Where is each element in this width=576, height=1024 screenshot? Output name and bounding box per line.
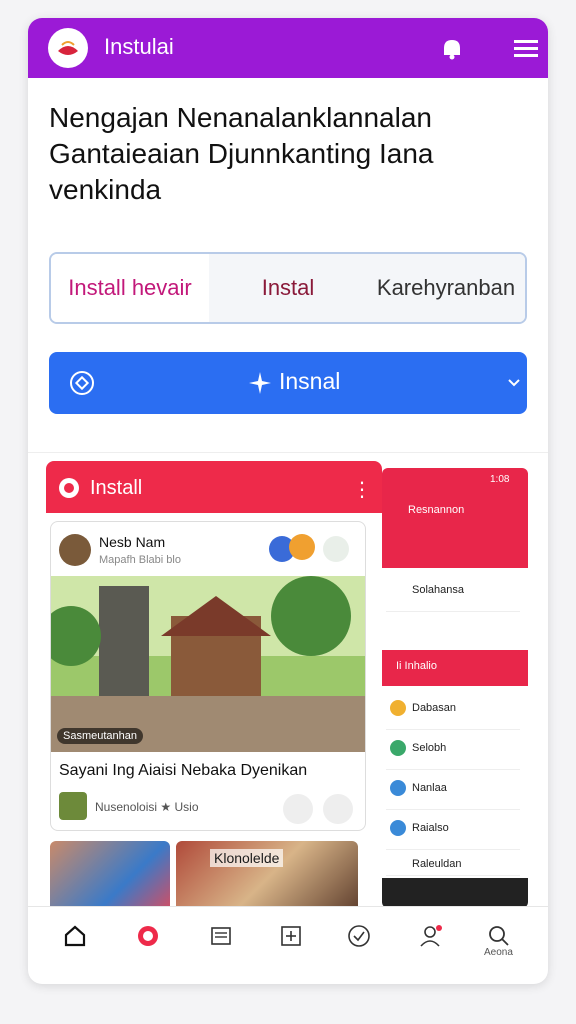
list-item[interactable]: Solahansa: [386, 576, 520, 612]
list-item[interactable]: Raleuldan: [386, 854, 520, 876]
page-headline: Nengajan Nenanalanklannalan Gantaieaian …: [49, 102, 434, 205]
list-item[interactable]: Dabasan: [386, 694, 520, 730]
chat-icon[interactable]: [283, 794, 313, 824]
badge-icon: [70, 371, 94, 395]
hamburger-menu-icon[interactable]: [512, 34, 540, 62]
list-icon[interactable]: [208, 923, 234, 949]
top-app-bar: Instulai: [28, 18, 548, 78]
list-item[interactable]: Nanlaa: [386, 774, 520, 810]
avatar: [59, 534, 91, 566]
person-icon[interactable]: [417, 923, 443, 949]
more-icon[interactable]: ⋮: [352, 477, 372, 502]
left-phone-title: Install: [90, 477, 143, 499]
mini-thumbnail: [59, 792, 87, 820]
nav-search-label: Aeona: [484, 947, 513, 958]
post-subtitle: Mapafh Blabi blo: [99, 554, 181, 566]
bell-user-icon[interactable]: [438, 34, 466, 62]
add-icon[interactable]: [278, 923, 304, 949]
right-phone-title: Resnannon: [408, 504, 465, 516]
right-phone-bar: Resnannon: [382, 498, 528, 568]
app-title: Instulai: [104, 34, 174, 59]
install-button-label: Insnal: [279, 368, 341, 394]
status-time: 1:08: [490, 474, 510, 485]
left-phone-preview: Install ⋮ Nesb Nam Mapafh Blabi blo Sasm…: [46, 461, 382, 981]
install-tabs: Install hevair Instal Karehyranban: [49, 252, 527, 324]
share-icon[interactable]: [323, 794, 353, 824]
post-card[interactable]: Nesb Nam Mapafh Blabi blo Sasmeutanhan S…: [50, 521, 366, 831]
list-item[interactable]: Raialso: [386, 814, 520, 850]
item-icon: [390, 740, 406, 756]
divider: [28, 452, 548, 453]
bottom-nav: Aeona: [28, 906, 548, 966]
post-author: Nesb Nam: [99, 534, 166, 550]
post-meta: Nusenoloisi ★ Usio: [95, 800, 199, 814]
thumbnail-label: Klonolelde: [210, 849, 284, 867]
bottom-bar: [382, 878, 528, 908]
image-caption: Sasmeutanhan: [57, 728, 143, 744]
sparkle-icon: [249, 372, 271, 394]
badge-icon: [289, 534, 315, 560]
item-icon: [390, 820, 406, 836]
badge-icon: [323, 536, 349, 562]
post-title: Sayani Ing Aiaisi Nebaka Dyenikan: [59, 762, 308, 779]
app-card: Instulai Nengajan Nenanalanklannalan Gan…: [28, 18, 548, 984]
app-logo[interactable]: [48, 28, 88, 68]
chevron-down-icon[interactable]: [505, 374, 523, 392]
install-button[interactable]: Insnal: [49, 352, 527, 414]
tab-karehyranban[interactable]: Karehyranban: [367, 254, 525, 322]
left-phone-bar: Install ⋮: [46, 461, 382, 513]
search-icon[interactable]: [486, 923, 512, 949]
home-icon[interactable]: [62, 923, 88, 949]
status-bar: 1:08: [382, 468, 528, 498]
item-icon: [390, 700, 406, 716]
section-header: Ii Inhalio: [382, 650, 528, 686]
tab-install-hevair[interactable]: Install hevair: [51, 254, 209, 322]
post-image: [51, 576, 365, 752]
right-phone-preview: 1:08 Resnannon Solahansa Ii Inhalio Daba…: [382, 468, 528, 908]
item-icon: [390, 780, 406, 796]
app-logo-icon: [59, 478, 79, 498]
list-item[interactable]: Selobh: [386, 734, 520, 770]
app-icon[interactable]: [135, 923, 161, 949]
tab-instal[interactable]: Instal: [209, 254, 367, 322]
check-icon[interactable]: [346, 923, 372, 949]
